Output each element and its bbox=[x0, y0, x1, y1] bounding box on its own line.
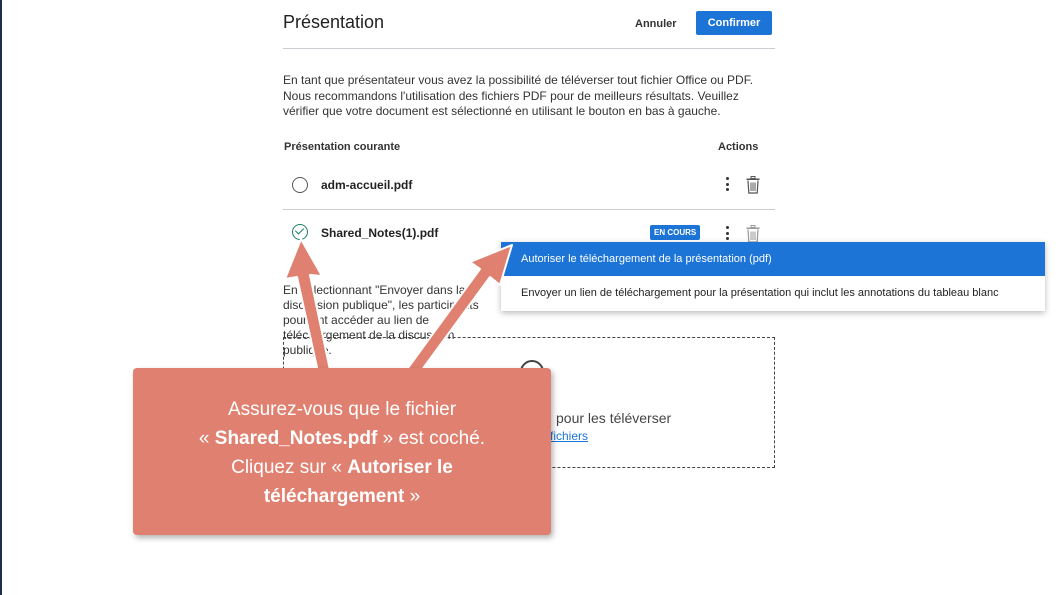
arrow-to-checkbox bbox=[284, 238, 331, 373]
tutorial-callout: Assurez-vous que le fichier « Shared_Not… bbox=[133, 368, 551, 535]
callout-line-2: « Shared_Notes.pdf » est coché. bbox=[198, 428, 486, 449]
callout-line-3: Cliquez sur « Autoriser le bbox=[231, 457, 453, 478]
callout-line-1: Assurez-vous que le fichier bbox=[227, 399, 457, 420]
callout-line-4: téléchargement » bbox=[263, 486, 421, 507]
arrow-to-menu-item bbox=[404, 244, 513, 379]
